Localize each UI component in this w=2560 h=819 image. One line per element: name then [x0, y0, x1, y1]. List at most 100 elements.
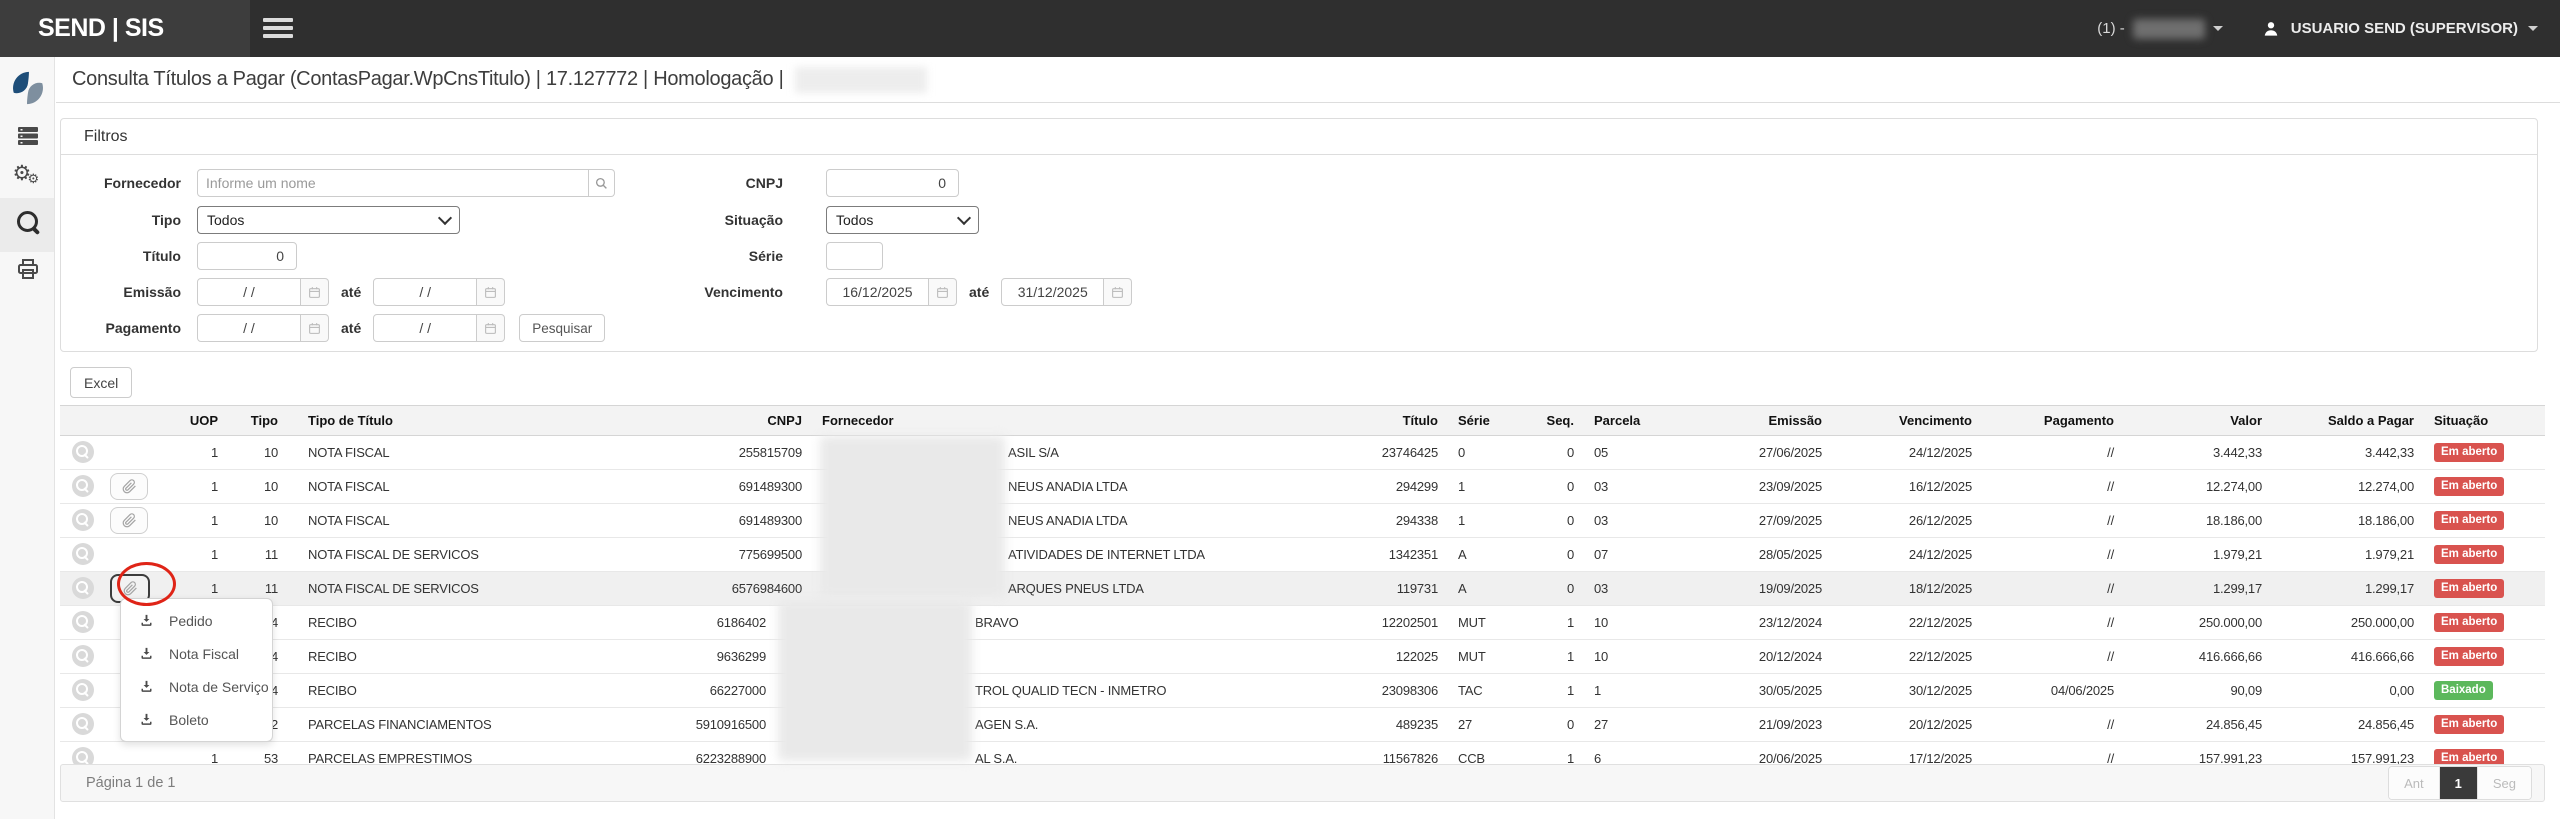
pagination-next-button[interactable]: Seg	[2477, 767, 2531, 799]
redacted-region	[795, 67, 927, 93]
situacao-select[interactable]: Todos	[826, 206, 979, 234]
row-detail-search-button[interactable]	[72, 611, 94, 633]
row-detail-search-button[interactable]	[72, 509, 94, 531]
cell-saldo: 24.856,45	[2272, 717, 2424, 732]
column-header-situacao: Situação	[2424, 413, 2545, 428]
serie-input[interactable]	[826, 242, 883, 270]
vencimento-to-calendar-button[interactable]	[1104, 278, 1132, 306]
download-icon	[139, 679, 154, 694]
sidebar-item-search[interactable]	[0, 211, 55, 232]
emissao-from-calendar-button[interactable]	[301, 278, 329, 306]
excel-export-button[interactable]: Excel	[70, 367, 132, 398]
row-detail-search-button[interactable]	[72, 713, 94, 735]
app-logo[interactable]	[9, 69, 47, 107]
column-header-pagamento: Pagamento	[1982, 413, 2124, 428]
cell-emissao: 20/12/2024	[1700, 649, 1832, 664]
cell-pagamento: //	[1982, 445, 2124, 460]
serie-label: Série	[643, 248, 783, 264]
vencimento-ate-label: até	[969, 284, 989, 300]
cell-parcela: 03	[1584, 479, 1700, 494]
column-header-serie: Série	[1448, 413, 1540, 428]
cell-situacao: Em aberto	[2424, 511, 2545, 530]
cell-emissao: 23/12/2024	[1700, 615, 1832, 630]
sidebar-item-settings[interactable]: ⚙⚙	[0, 165, 55, 191]
row-attachment-button[interactable]	[110, 473, 148, 500]
cell-parcela: 10	[1584, 649, 1700, 664]
cell-tipo: 11	[228, 581, 288, 596]
menu-item-boleto[interactable]: Boleto	[121, 703, 272, 736]
status-badge: Em aberto	[2434, 579, 2504, 598]
table-row: 111NOTA FISCAL DE SERVICOS775699500ATIVI…	[60, 538, 2545, 572]
column-header-seq: Seq.	[1540, 413, 1584, 428]
cell-seq: 0	[1540, 547, 1584, 562]
emissao-from-input[interactable]	[197, 278, 301, 306]
page-status: Página 1 de 1	[86, 775, 176, 791]
user-menu[interactable]: USUARIO SEND (SUPERVISOR)	[2261, 19, 2538, 39]
cell-pagamento: //	[1982, 479, 2124, 494]
cell-serie: TAC	[1448, 683, 1540, 698]
company-selector[interactable]: (1) -	[2097, 19, 2223, 39]
pagamento-from-calendar-button[interactable]	[301, 314, 329, 342]
pagination-prev-button[interactable]: Ant	[2389, 767, 2439, 799]
fornecedor-input[interactable]	[197, 169, 589, 197]
vencimento-from-calendar-button[interactable]	[929, 278, 957, 306]
vencimento-to-input[interactable]	[1001, 278, 1104, 306]
cell-cnpj: 255815709	[640, 445, 812, 460]
emissao-to-calendar-button[interactable]	[477, 278, 505, 306]
cell-parcela: 1	[1584, 683, 1700, 698]
cell-valor: 416.666,66	[2124, 649, 2272, 664]
menu-toggle-icon[interactable]	[263, 18, 295, 40]
cell-seq: 1	[1540, 683, 1584, 698]
table-row: 110NOTA FISCAL691489300NEUS ANADIA LTDA2…	[60, 504, 2545, 538]
cell-serie: A	[1448, 581, 1540, 596]
pagination-page-1-button[interactable]: 1	[2439, 767, 2477, 799]
sidebar-item-print[interactable]	[0, 257, 55, 281]
pagamento-to-calendar-button[interactable]	[477, 314, 505, 342]
row-detail-search-button[interactable]	[72, 543, 94, 565]
status-badge: Em aberto	[2434, 511, 2504, 530]
cell-parcela: 27	[1584, 717, 1700, 732]
cell-pagamento: 04/06/2025	[1982, 683, 2124, 698]
calendar-icon	[484, 286, 497, 299]
row-detail-search-button[interactable]	[72, 475, 94, 497]
fornecedor-search-button[interactable]	[589, 169, 615, 197]
cell-tipo: 10	[228, 513, 288, 528]
cnpj-input[interactable]	[826, 169, 959, 197]
row-attachment-button[interactable]	[110, 507, 148, 534]
sidebar-item-modules[interactable]	[0, 123, 55, 147]
cell-valor: 24.856,45	[2124, 717, 2272, 732]
menu-item-pedido[interactable]: Pedido	[121, 604, 272, 637]
tipo-selected-value: Todos	[207, 212, 244, 228]
tipo-label: Tipo	[61, 212, 181, 228]
tipo-select[interactable]: Todos	[197, 206, 460, 234]
pagamento-to-input[interactable]	[373, 314, 477, 342]
row-detail-search-button[interactable]	[72, 577, 94, 599]
attachment-download-menu: Pedido Nota Fiscal Nota de Serviço Bolet…	[120, 598, 273, 742]
vencimento-from-input[interactable]	[826, 278, 929, 306]
cell-vencimento: 24/12/2025	[1832, 445, 1982, 460]
cell-parcela: 07	[1584, 547, 1700, 562]
row-detail-search-button[interactable]	[72, 441, 94, 463]
cell-pagamento: //	[1982, 717, 2124, 732]
cell-vencimento: 30/12/2025	[1832, 683, 1982, 698]
emissao-to-input[interactable]	[373, 278, 477, 306]
pagamento-from-input[interactable]	[197, 314, 301, 342]
cell-tipo_titulo: RECIBO	[288, 649, 640, 664]
cell-serie: 1	[1448, 479, 1540, 494]
title-bar: Consulta Títulos a Pagar (ContasPagar.Wp…	[56, 57, 2560, 103]
row-detail-search-button[interactable]	[72, 645, 94, 667]
menu-item-nota-de-servico[interactable]: Nota de Serviço	[121, 670, 272, 703]
sidebar: ⚙⚙	[0, 57, 55, 819]
column-header-emissao: Emissão	[1700, 413, 1832, 428]
cell-parcela: 03	[1584, 513, 1700, 528]
calendar-icon	[484, 322, 497, 335]
titulo-input[interactable]	[197, 242, 297, 270]
cell-cnpj: 775699500	[640, 547, 812, 562]
row-detail-search-button[interactable]	[72, 679, 94, 701]
cell-uop: 1	[168, 581, 228, 596]
cell-valor: 12.274,00	[2124, 479, 2272, 494]
calendar-icon	[308, 322, 321, 335]
menu-item-nota-fiscal[interactable]: Nota Fiscal	[121, 637, 272, 670]
menu-item-label: Pedido	[169, 613, 213, 629]
pesquisar-button[interactable]: Pesquisar	[519, 314, 605, 342]
